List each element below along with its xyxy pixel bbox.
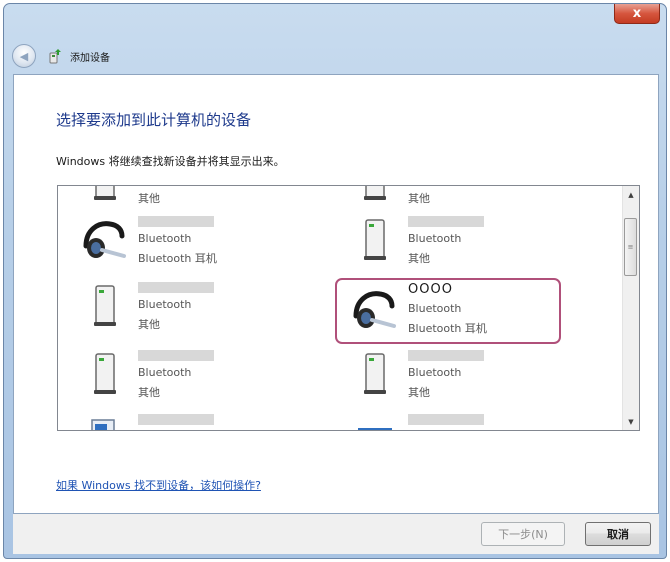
add-device-icon xyxy=(48,48,64,64)
button-bar: 下一步(N) 取消 xyxy=(13,514,659,554)
help-link[interactable]: 如果 Windows 找不到设备，该如何操作? xyxy=(56,477,261,493)
device-type: 其他 xyxy=(138,386,160,399)
device-type: 其他 xyxy=(408,252,430,265)
device-item[interactable]: 其他 xyxy=(350,186,590,216)
device-highlight-frame xyxy=(335,278,561,344)
redacted-device-name xyxy=(138,216,214,227)
computer-icon xyxy=(350,350,398,398)
device-category: Bluetooth xyxy=(138,298,192,311)
scroll-up-arrow-icon[interactable]: ▲ xyxy=(623,186,639,203)
redacted-device-name xyxy=(138,350,214,361)
device-item[interactable]: Bluetooth 其他 xyxy=(80,350,320,410)
scroll-thumb[interactable]: ≡ xyxy=(624,218,637,276)
device-list[interactable]: 其他 其他 Bluetooth Bluetooth 耳机 Bluetooth 其… xyxy=(57,185,640,431)
device-item[interactable] xyxy=(80,414,320,430)
content-panel: 选择要添加到此计算机的设备 Windows 将继续查找新设备并将其显示出来。 其… xyxy=(13,74,659,514)
computer-icon xyxy=(80,282,128,330)
device-type: 其他 xyxy=(408,386,430,399)
device-item[interactable] xyxy=(350,414,590,430)
back-button[interactable]: ◀ xyxy=(12,44,36,68)
grip-icon: ≡ xyxy=(627,243,634,251)
window-title: 添加设备 xyxy=(70,52,110,64)
computer-icon xyxy=(350,216,398,264)
device-item[interactable]: Bluetooth 其他 xyxy=(350,350,590,410)
navigation-bar: ◀ 添加设备 xyxy=(12,42,652,70)
device-item[interactable]: Bluetooth 其他 xyxy=(350,216,590,276)
add-device-window: x ◀ 添加设备 选择要添加到此计算机的设备 Windows 将继续查找新设备并… xyxy=(3,3,667,559)
device-type: Bluetooth 耳机 xyxy=(138,252,217,265)
redacted-device-name xyxy=(408,350,484,361)
device-type: 其他 xyxy=(138,192,160,205)
redacted-device-name xyxy=(138,414,214,425)
redacted-device-name xyxy=(138,282,214,293)
page-subtext: Windows 将继续查找新设备并将其显示出来。 xyxy=(56,155,285,168)
computer-icon xyxy=(80,350,128,398)
device-icon xyxy=(350,414,398,430)
redacted-device-name xyxy=(408,216,484,227)
device-item[interactable]: Bluetooth Bluetooth 耳机 xyxy=(80,216,320,276)
scroll-down-arrow-icon[interactable]: ▼ xyxy=(623,413,639,430)
device-icon xyxy=(80,414,128,430)
computer-icon xyxy=(80,186,128,204)
device-category: Bluetooth xyxy=(408,232,462,245)
computer-icon xyxy=(350,186,398,204)
device-type: 其他 xyxy=(138,318,160,331)
device-item[interactable]: 其他 xyxy=(80,186,320,216)
device-category: Bluetooth xyxy=(138,232,192,245)
cancel-button[interactable]: 取消 xyxy=(585,522,651,546)
device-category: Bluetooth xyxy=(138,366,192,379)
device-category: Bluetooth xyxy=(408,366,462,379)
device-type: 其他 xyxy=(408,192,430,205)
vertical-scrollbar[interactable]: ▲ ≡ ▼ xyxy=(622,186,639,430)
page-heading: 选择要添加到此计算机的设备 xyxy=(56,111,252,129)
next-button[interactable]: 下一步(N) xyxy=(481,522,565,546)
headset-icon xyxy=(80,216,128,264)
back-arrow-icon: ◀ xyxy=(19,49,29,63)
redacted-device-name xyxy=(408,414,484,425)
close-button[interactable]: x xyxy=(614,4,660,24)
device-item[interactable]: Bluetooth 其他 xyxy=(80,282,320,342)
